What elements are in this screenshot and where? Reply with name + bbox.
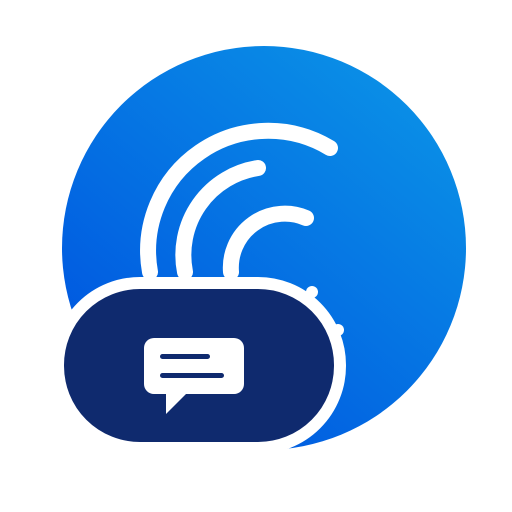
pill-accent-dot-top [306, 286, 318, 298]
speech-bubble-line-2 [160, 373, 224, 378]
chat-signal-app-icon [52, 46, 466, 454]
pill-accent-dot-right [332, 324, 344, 336]
speech-bubble-line-1 [160, 354, 210, 359]
